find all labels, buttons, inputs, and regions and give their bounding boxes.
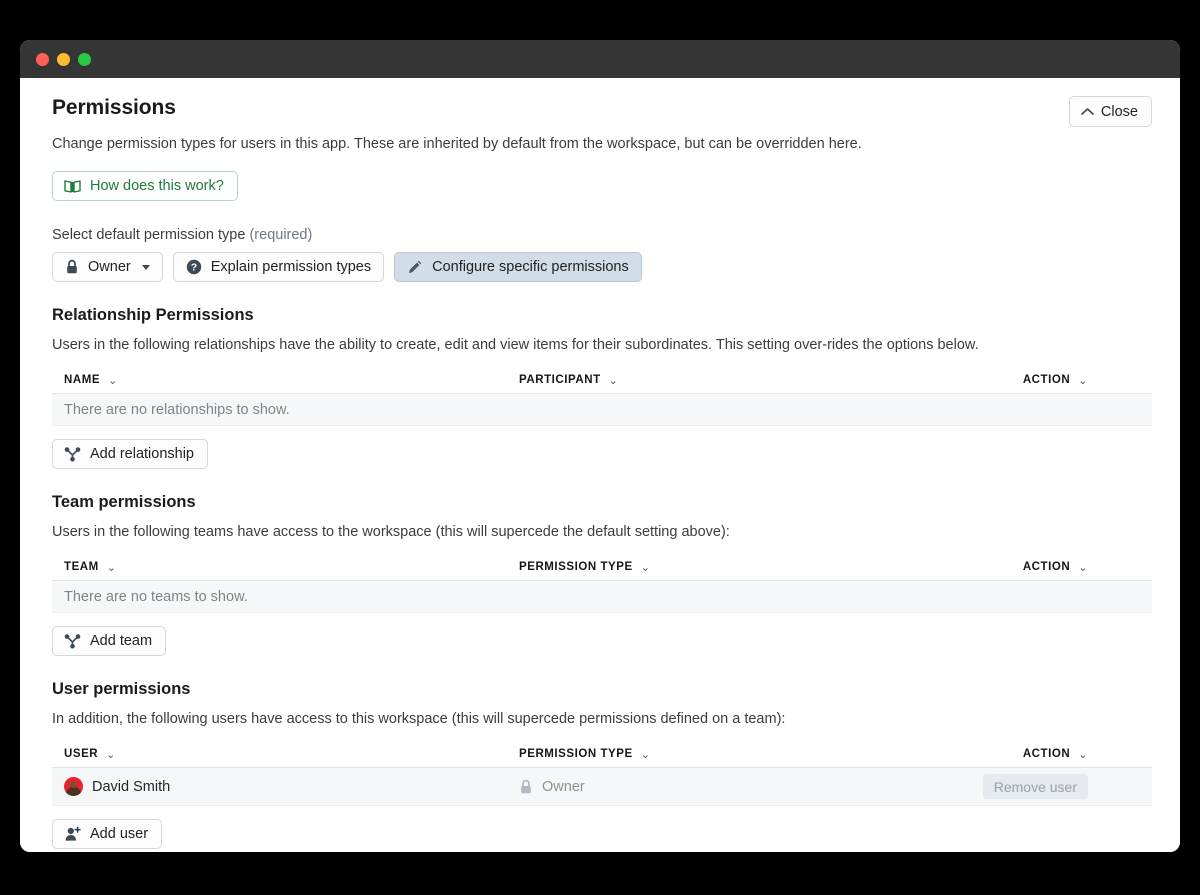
lock-icon: [519, 779, 533, 795]
relationship-section-heading: Relationship Permissions: [52, 306, 254, 324]
how-does-this-work-label: How does this work?: [90, 178, 224, 194]
relationship-section-description: Users in the following relationships hav…: [52, 337, 979, 353]
chevron-down-icon: ⌄: [608, 374, 619, 387]
team-empty-row: There are no teams to show.: [52, 581, 1152, 613]
user-col-action-label: ACTION: [1022, 748, 1071, 760]
permissions-panel: Close Permissions Change permission type…: [20, 78, 1180, 852]
team-col-team-label: TEAM: [64, 561, 99, 573]
lock-icon: [65, 259, 79, 275]
permission-type-controls: Owner ? Explain permission types Configu…: [52, 252, 1152, 282]
team-col-action[interactable]: ACTION ⌄: [1023, 561, 1088, 574]
user-table-header: USER ⌄ PERMISSION TYPE ⌄ ACTION ⌄: [52, 741, 1152, 768]
add-team-button[interactable]: Add team: [52, 626, 167, 656]
add-user-icon: [64, 826, 81, 842]
table-row[interactable]: David Smith Owner Remove user: [52, 768, 1152, 806]
user-col-action[interactable]: ACTION ⌄: [1023, 748, 1088, 761]
how-does-this-work-button[interactable]: How does this work?: [52, 171, 238, 201]
close-panel-label: Close: [1100, 103, 1138, 120]
relationship-col-name[interactable]: NAME ⌄: [64, 374, 519, 387]
default-permission-label-text: Select default permission type: [52, 227, 246, 243]
team-table-header: TEAM ⌄ PERMISSION TYPE ⌄ ACTION ⌄: [52, 554, 1152, 581]
chevron-down-icon: ⌄: [108, 374, 118, 387]
explain-permission-types-button[interactable]: ? Explain permission types: [172, 252, 385, 282]
add-user-button[interactable]: Add user: [52, 819, 163, 849]
chevron-up-icon: [1081, 107, 1094, 116]
default-permission-label: Select default permission type (required…: [52, 227, 1152, 243]
user-cell: David Smith: [64, 777, 519, 796]
team-table: TEAM ⌄ PERMISSION TYPE ⌄ ACTION ⌄ There …: [52, 554, 1152, 613]
add-team-label: Add team: [90, 633, 153, 649]
chevron-down-icon: ⌄: [1078, 374, 1088, 387]
team-col-team[interactable]: TEAM ⌄: [64, 561, 519, 574]
user-section-description: In addition, the following users have ac…: [52, 711, 786, 727]
chevron-down-icon: [141, 264, 150, 270]
chevron-down-icon: ⌄: [106, 748, 116, 761]
required-marker: (required): [249, 227, 313, 243]
team-col-action-label: ACTION: [1022, 561, 1071, 573]
permission-type-select[interactable]: Owner: [52, 252, 163, 282]
add-relationship-label: Add relationship: [90, 446, 194, 462]
page-title: Permissions: [52, 96, 176, 119]
team-col-permission-type-label: PERMISSION TYPE: [519, 561, 633, 573]
team-section-heading: Team permissions: [52, 493, 196, 511]
hierarchy-icon: [64, 633, 81, 649]
window-titlebar: [20, 40, 1180, 78]
explain-permission-types-label: Explain permission types: [210, 259, 372, 275]
add-user-label: Add user: [90, 826, 149, 842]
team-section-description: Users in the following teams have access…: [52, 524, 730, 540]
close-panel-button[interactable]: Close: [1068, 96, 1152, 127]
chevron-down-icon: ⌄: [106, 561, 117, 574]
relationship-col-action-label: ACTION: [1022, 374, 1071, 386]
remove-user-button[interactable]: Remove user: [982, 774, 1088, 799]
hierarchy-icon: [64, 446, 81, 462]
window-minimize-button[interactable]: [57, 52, 70, 66]
team-col-permission-type[interactable]: PERMISSION TYPE ⌄: [519, 561, 964, 574]
permission-type-cell: Owner: [519, 779, 964, 795]
chevron-down-icon: ⌄: [1078, 748, 1088, 761]
configure-specific-permissions-label: Configure specific permissions: [432, 259, 629, 275]
pencil-icon: [407, 259, 423, 275]
question-circle-icon: ?: [186, 259, 202, 275]
window-zoom-button[interactable]: [78, 52, 91, 66]
user-col-permission-type-label: PERMISSION TYPE: [519, 748, 633, 760]
user-section-heading: User permissions: [52, 680, 191, 698]
chevron-down-icon: ⌄: [1078, 561, 1088, 574]
chevron-down-icon: ⌄: [640, 748, 651, 761]
user-table: USER ⌄ PERMISSION TYPE ⌄ ACTION ⌄ David …: [52, 741, 1152, 806]
relationship-col-name-label: NAME: [64, 374, 101, 386]
user-col-user-label: USER: [64, 748, 99, 760]
permission-type-value: Owner: [88, 259, 131, 275]
relationship-empty-row: There are no relationships to show.: [52, 394, 1152, 426]
user-col-permission-type[interactable]: PERMISSION TYPE ⌄: [519, 748, 964, 761]
page-description: Change permission types for users in thi…: [52, 136, 862, 152]
relationship-table: NAME ⌄ PARTICIPANT ⌄ ACTION ⌄ There are …: [52, 367, 1152, 426]
relationship-col-participant-label: PARTICIPANT: [519, 374, 601, 386]
svg-text:?: ?: [191, 262, 197, 274]
window-close-button[interactable]: [36, 52, 49, 66]
configure-specific-permissions-button[interactable]: Configure specific permissions: [394, 252, 642, 282]
book-icon: [64, 179, 81, 193]
relationship-col-action[interactable]: ACTION ⌄: [1023, 374, 1088, 387]
relationship-col-participant[interactable]: PARTICIPANT ⌄: [519, 374, 964, 387]
user-col-user[interactable]: USER ⌄: [64, 748, 519, 761]
user-name: David Smith: [92, 778, 171, 795]
permission-type-value: Owner: [542, 778, 585, 795]
add-relationship-button[interactable]: Add relationship: [52, 439, 208, 469]
avatar: [64, 777, 83, 796]
app-window: Close Permissions Change permission type…: [20, 40, 1180, 852]
chevron-down-icon: ⌄: [640, 561, 651, 574]
relationship-table-header: NAME ⌄ PARTICIPANT ⌄ ACTION ⌄: [52, 367, 1152, 394]
